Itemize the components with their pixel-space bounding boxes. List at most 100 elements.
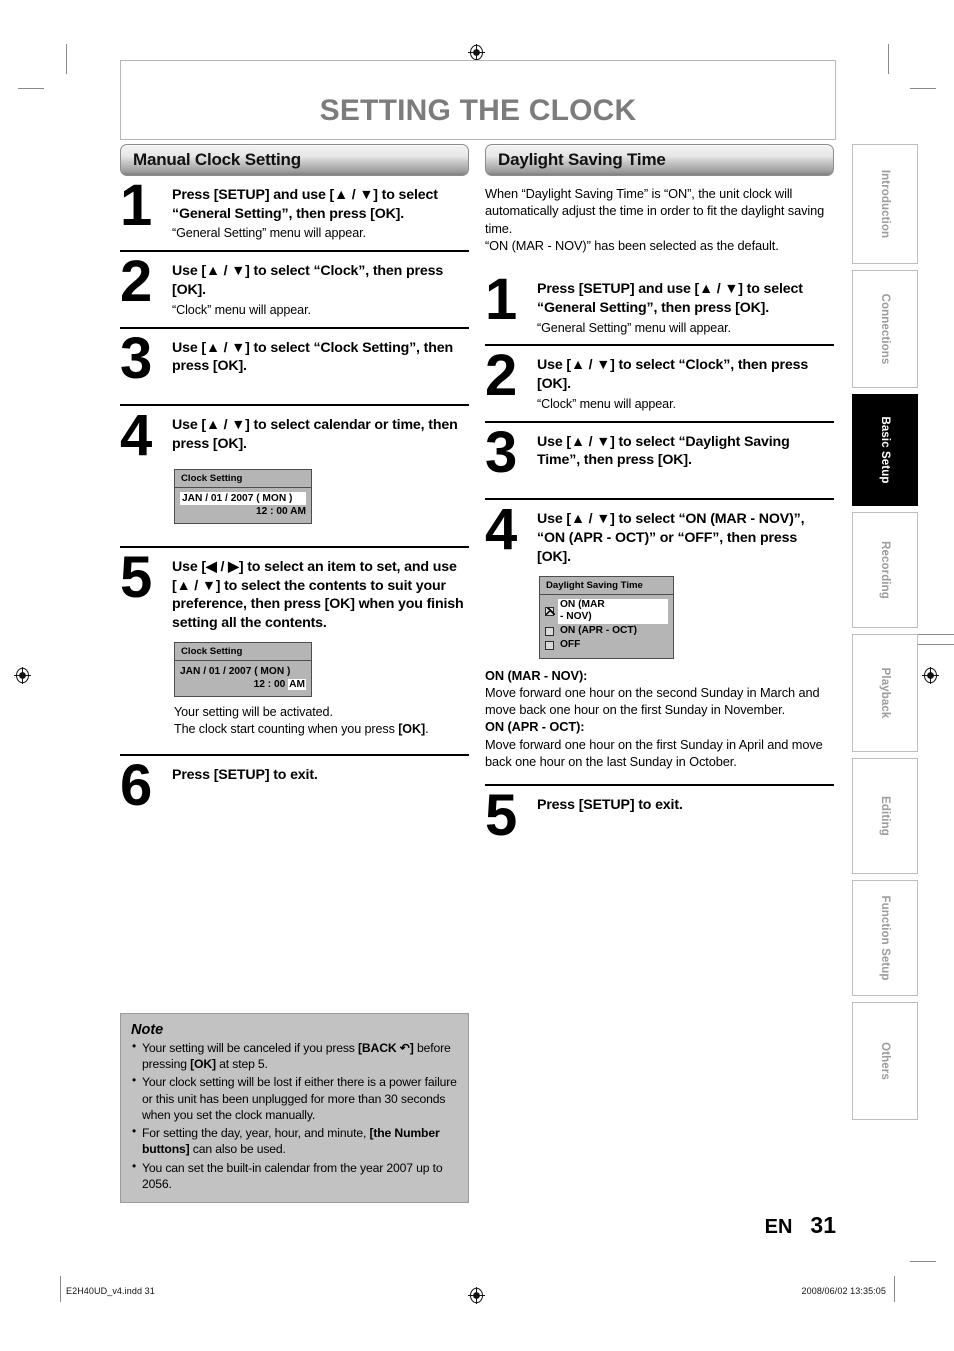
registration-mark-bottom	[468, 1287, 485, 1304]
step-instruction: Press [SETUP] to exit.	[537, 797, 683, 814]
step-instruction: Use [▲ / ▼] to select “Daylight Saving T…	[537, 433, 790, 469]
sidebar-tab-editing[interactable]: Editing	[852, 758, 918, 874]
dst-step-4: 4 Use [▲ / ▼] to select “ON (MAR - NOV)”…	[485, 500, 834, 568]
note-title: Note	[131, 1022, 164, 1038]
note-text-a: Your setting will be canceled if you pre…	[142, 1041, 358, 1055]
note-back-button-ref: [BACK ↶]	[357, 1041, 414, 1055]
dst-step-2: 2 Use [▲ / ▼] to select “Clock”, then pr…	[485, 346, 834, 420]
sidebar-tab-connections[interactable]: Connections	[852, 270, 918, 388]
osd-ampm-value: AM	[290, 505, 306, 517]
note-item: For setting the day, year, hour, and min…	[131, 1124, 458, 1157]
step-instruction: Press [SETUP] and use [▲ / ▼] to select …	[537, 281, 803, 316]
crop-mark-right	[910, 88, 936, 89]
step-instruction: Use [▲ / ▼] to select “Clock”, then pres…	[537, 357, 809, 393]
osd-time-line: 12 : 00 AM	[180, 505, 306, 518]
osd-clock-setting-step4: Clock Setting JAN / 01 / 2007 ( MON ) 12…	[174, 468, 312, 524]
sidebar-tab-others[interactable]: Others	[852, 1002, 918, 1120]
step-number: 3	[120, 325, 152, 391]
sidebar-tab-label: Others	[879, 1042, 891, 1080]
osd-title: Clock Setting	[175, 643, 311, 661]
osd-ampm-value: AM	[288, 678, 306, 690]
step-number: 2	[485, 343, 517, 409]
step5-result-text-c: .	[425, 721, 429, 736]
step-4: 4 Use [▲ / ▼] to select calendar or time…	[120, 403, 469, 469]
imprint-filename: E2H40UD_v4.indd 31	[66, 1286, 155, 1296]
step-2: 2 Use [▲ / ▼] to select “Clock”, then pr…	[120, 252, 469, 326]
sidebar-tab-introduction[interactable]: Introduction	[852, 144, 918, 264]
sidebar-tab-label: Basic Setup	[879, 416, 891, 484]
step5-result-line-1: Your setting will be activated.	[174, 704, 333, 719]
step-1: 1 Press [SETUP] and use [▲ / ▼] to selec…	[120, 176, 469, 250]
dst-option-row[interactable]: ON (APR - OCT)	[545, 625, 668, 638]
dst-explanation-term: ON (APR - OCT):	[485, 719, 585, 735]
step-3: 3 Use [▲ / ▼] to select “Clock Setting”,…	[120, 329, 469, 405]
checkbox-checked-icon[interactable]	[545, 606, 555, 616]
crop-mark-top-left	[66, 44, 67, 74]
sidebar-tab-label: Function Setup	[879, 895, 891, 981]
manual-page: SETTING THE CLOCK Manual Clock Setting 1…	[0, 0, 954, 1351]
sidebar-tab-recording[interactable]: Recording	[852, 512, 918, 628]
step-note: “Clock” menu will appear.	[172, 302, 311, 317]
step-instruction: Use [▲ / ▼] to select “ON (MAR - NOV)”, …	[537, 511, 805, 565]
step-instruction: Use [◀ / ▶] to select an item to set, an…	[172, 558, 464, 632]
checkbox-unchecked-icon[interactable]	[545, 626, 554, 636]
note-item: Your setting will be canceled if you pre…	[131, 1039, 458, 1072]
step5-result-text-a: The clock start counting when you press	[174, 721, 399, 736]
note-ok-button-ref: [OK]	[190, 1057, 216, 1072]
osd-time-value: 12 : 00	[253, 678, 289, 690]
sidebar-tab-label: Playback	[879, 667, 891, 719]
osd-time-value: 12 : 00	[255, 505, 291, 517]
step-instruction: Use [▲ / ▼] to select “Clock Setting”, t…	[172, 339, 453, 375]
registration-mark-left	[14, 667, 31, 684]
osd-daylight-saving-time: Daylight Saving Time ON (MAR - NOV) ON (…	[539, 575, 674, 659]
dst-explanation-apr-oct: ON (APR - OCT): Move forward one hour on…	[485, 718, 834, 770]
step5-result-ok: [OK]	[398, 721, 426, 736]
crop-mark-footer-left	[60, 1276, 61, 1302]
step-instruction: Use [▲ / ▼] to select calendar or time, …	[172, 417, 458, 452]
dst-step-3: 3 Use [▲ / ▼] to select “Daylight Saving…	[485, 423, 834, 499]
step-number: 4	[485, 497, 517, 563]
note-item: Your clock setting will be lost if eithe…	[131, 1073, 458, 1123]
note-box: Note Your setting will be canceled if yo…	[120, 1013, 469, 1203]
step5-result-line-2: The clock start counting when you press …	[174, 721, 469, 738]
sidebar-tabs: Introduction Connections Basic Setup Rec…	[852, 144, 918, 1126]
imprint-timestamp: 2008/06/02 13:35:05	[801, 1286, 886, 1296]
note-item: You can set the built-in calendar from t…	[131, 1159, 458, 1192]
step-instruction: Use [▲ / ▼] to select “Clock”, then pres…	[172, 263, 444, 299]
step-number: 6	[120, 752, 152, 818]
section-header-daylight-saving-time: Daylight Saving Time	[485, 144, 834, 176]
page-number-block: EN 31	[765, 1212, 836, 1239]
crop-mark-top-right	[888, 44, 889, 74]
dst-option-label: ON (MAR - NOV)	[558, 598, 668, 625]
step-instruction: Press [SETUP] and use [▲ / ▼] to select …	[172, 187, 438, 222]
note-text-e: at step 5.	[215, 1057, 268, 1072]
step-6: 6 Press [SETUP] to exit.	[120, 756, 469, 840]
dst-intro-paragraph: When “Daylight Saving Time” is “ON”, the…	[485, 186, 825, 253]
osd-date-line: JAN / 01 / 2007 ( MON )	[180, 665, 306, 678]
osd-date-value: JAN / 01 / 2007 ( MON )	[180, 665, 291, 677]
step-note: “General Setting” menu will appear.	[537, 320, 731, 335]
sidebar-tab-playback[interactable]: Playback	[852, 634, 918, 752]
sidebar-tab-label: Introduction	[879, 169, 891, 239]
left-column: Manual Clock Setting 1 Press [SETUP] and…	[120, 144, 469, 839]
sidebar-tab-label: Recording	[879, 541, 891, 599]
dst-option-label: OFF	[560, 638, 581, 650]
step-number: 5	[485, 783, 517, 849]
checkbox-unchecked-icon[interactable]	[545, 640, 554, 650]
crop-mark-bottom-right	[910, 1261, 936, 1262]
crop-mark-footer-right	[894, 1276, 895, 1302]
dst-option-row[interactable]: OFF	[545, 639, 668, 652]
osd-time-line: 12 : 00 AM	[180, 678, 306, 691]
dst-option-row[interactable]: ON (MAR - NOV)	[545, 598, 668, 625]
step-instruction: Press [SETUP] to exit.	[172, 766, 318, 783]
right-column: Daylight Saving Time When “Daylight Savi…	[485, 144, 834, 870]
sidebar-tab-basic-setup[interactable]: Basic Setup	[852, 394, 918, 506]
section-header-label: Daylight Saving Time	[498, 150, 666, 169]
page-title: SETTING THE CLOCK	[319, 94, 637, 127]
registration-mark-top	[468, 44, 485, 61]
note-text-c: can also be used.	[189, 1142, 286, 1157]
sidebar-tab-function-setup[interactable]: Function Setup	[852, 880, 918, 996]
sidebar-tab-label: Connections	[879, 293, 891, 365]
osd-title: Daylight Saving Time	[540, 577, 673, 595]
step-number: 4	[120, 403, 152, 469]
